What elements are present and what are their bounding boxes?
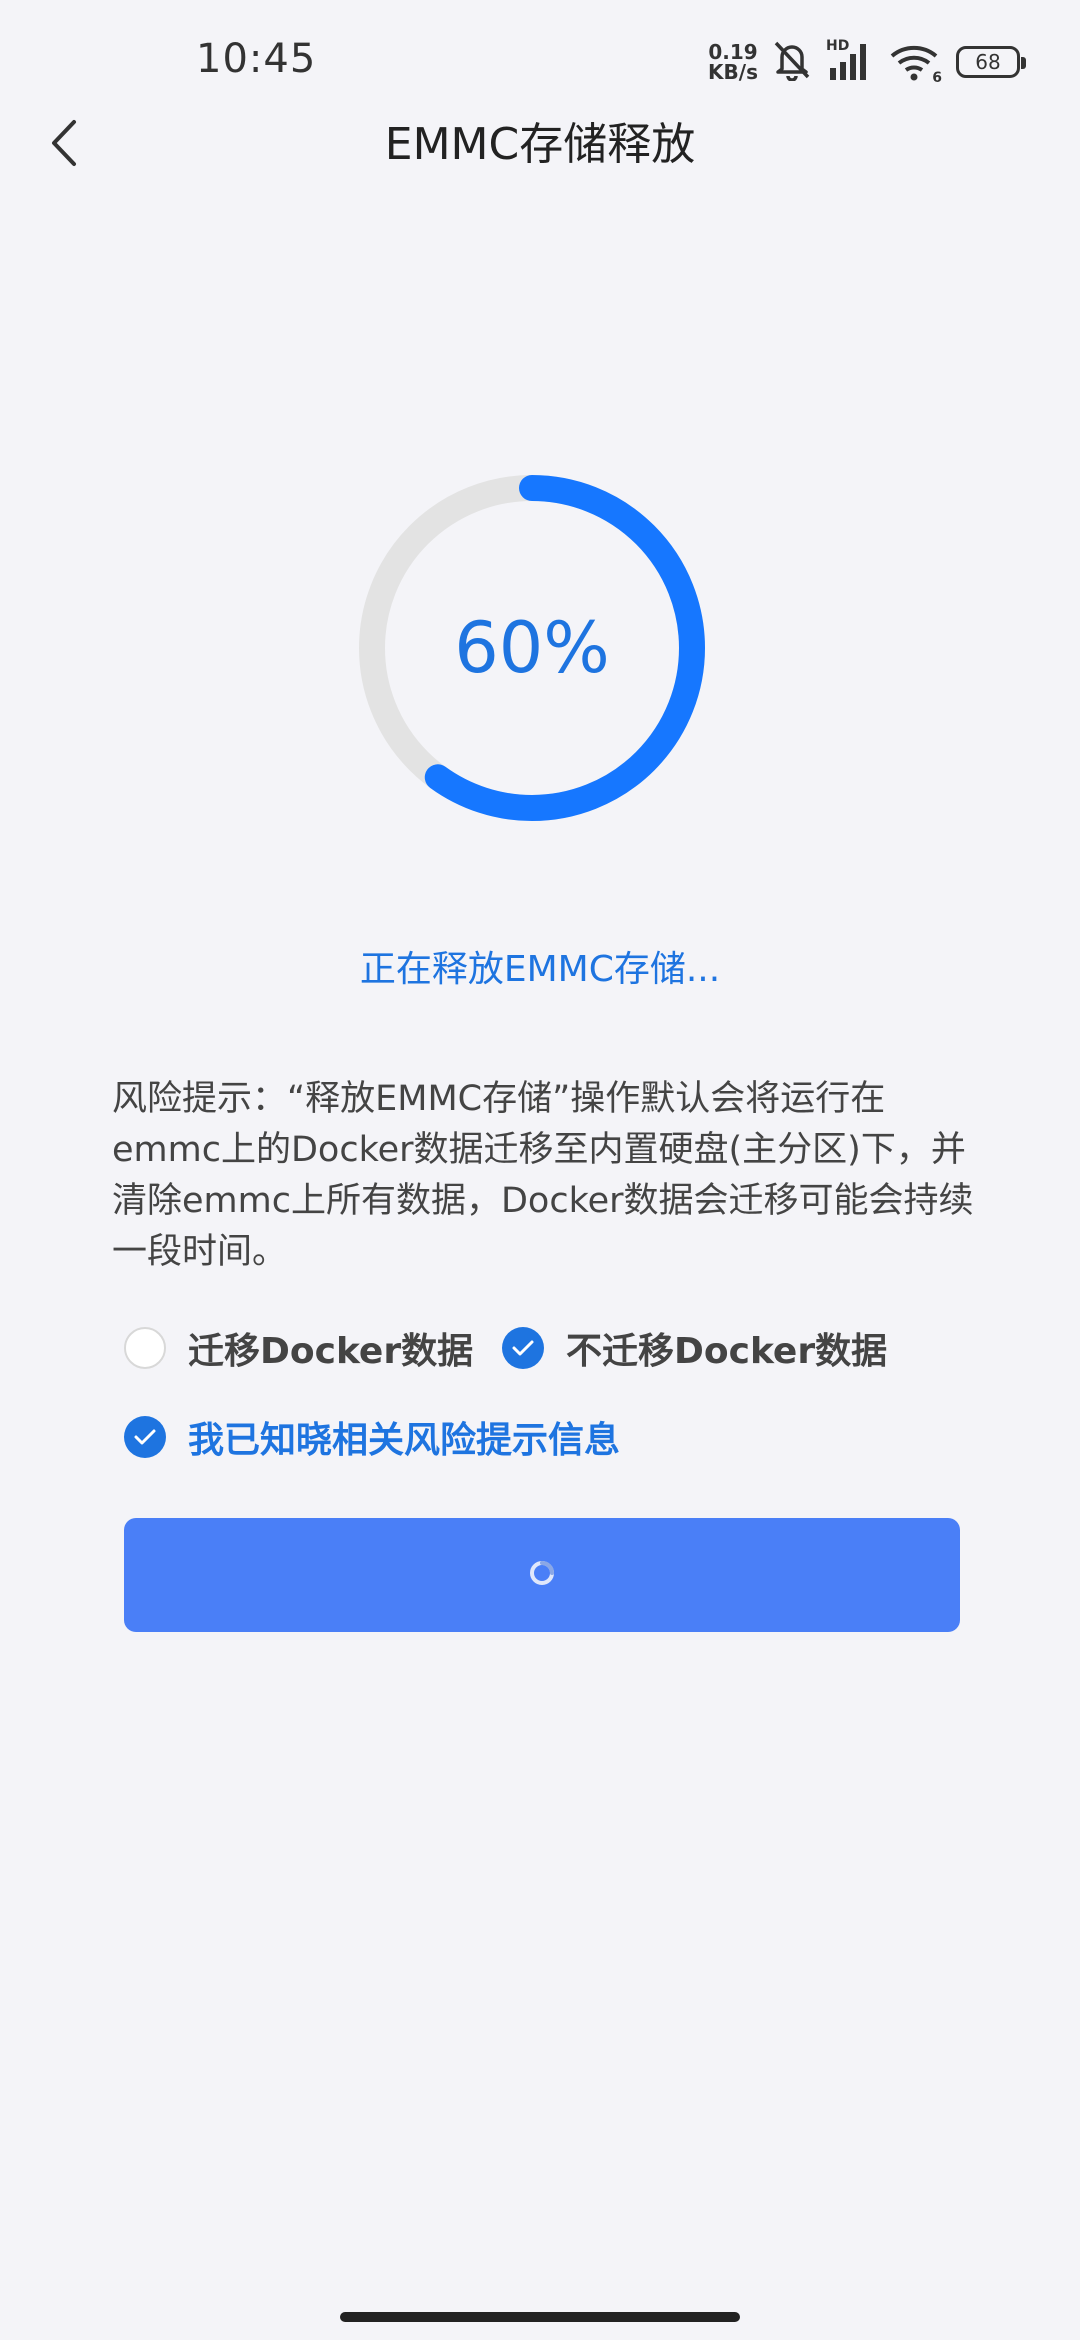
mute-bell-icon (772, 39, 812, 85)
radio-checked-icon[interactable] (502, 1327, 544, 1369)
status-bar: 10:45 0.19 KB/s HD 6 68 (0, 0, 1080, 120)
acknowledge-checkbox[interactable]: 我已知晓相关风险提示信息 (124, 1411, 620, 1463)
status-time: 10:45 (196, 36, 317, 82)
network-speed: 0.19 KB/s (708, 42, 758, 82)
option-migrate-docker[interactable]: 迁移Docker数据 (124, 1322, 473, 1374)
network-speed-value: 0.19 (708, 40, 758, 64)
release-button[interactable] (124, 1518, 960, 1632)
header: EMMC存储释放 (0, 110, 1080, 180)
page-title: EMMC存储释放 (384, 119, 696, 170)
option-no-migrate-label: 不迁移Docker数据 (566, 1331, 888, 1372)
cellular-signal-icon: HD (826, 38, 876, 82)
home-indicator[interactable] (340, 2312, 740, 2322)
radio-unchecked-icon[interactable] (124, 1327, 166, 1369)
wifi-generation-label: 6 (932, 70, 942, 86)
option-migrate-label: 迁移Docker数据 (188, 1331, 474, 1372)
status-icons: 0.19 KB/s HD 6 68 (708, 38, 1026, 86)
network-speed-unit: KB/s (708, 60, 758, 84)
progress-percent: 60% (454, 607, 610, 689)
option-no-migrate-docker[interactable]: 不迁移Docker数据 (502, 1322, 887, 1374)
wifi-icon: 6 (890, 42, 942, 86)
risk-notice: 风险提示：“释放EMMC存储”操作默认会将运行在emmc上的Docker数据迁移… (112, 1079, 974, 1272)
check-circle-icon[interactable] (124, 1416, 166, 1458)
battery-indicator: 68 (956, 46, 1026, 78)
progress-ring: 60% (352, 468, 712, 828)
acknowledge-label: 我已知晓相关风险提示信息 (188, 1420, 621, 1461)
status-message: 正在释放EMMC存储... (359, 949, 721, 990)
loading-spinner-icon (528, 1559, 556, 1591)
